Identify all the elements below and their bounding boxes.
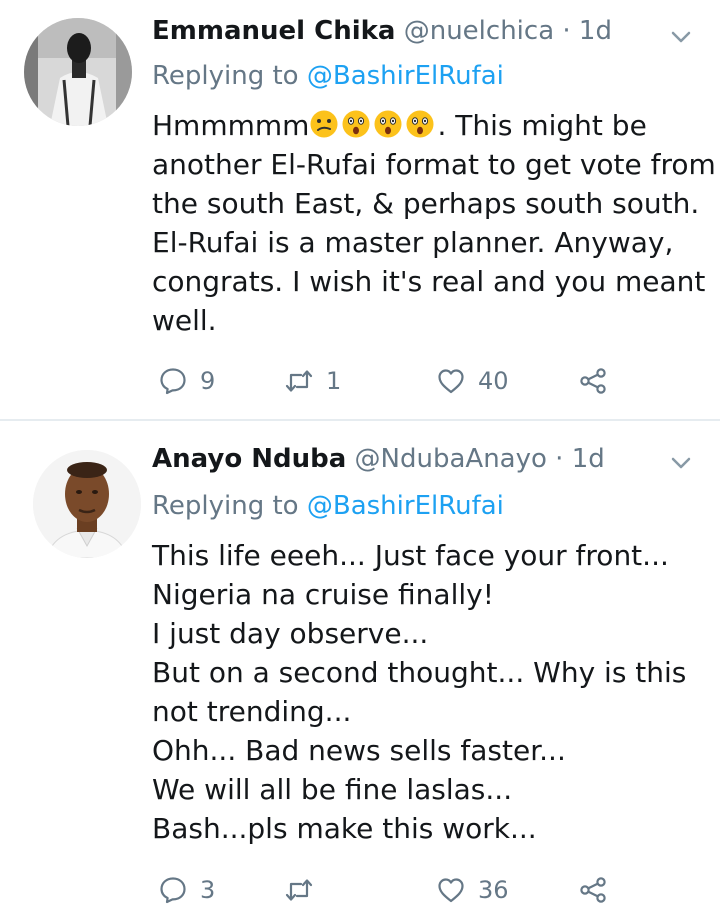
avatar-image (24, 18, 132, 126)
like-button[interactable]: 40 (436, 363, 509, 399)
astonished-face-icon (374, 110, 402, 138)
user-handle[interactable]: @NdubaAnayo (355, 444, 547, 474)
avatar[interactable] (33, 450, 141, 558)
mention-link[interactable]: @BashirElRufai (307, 491, 504, 521)
reply-button[interactable]: 9 (158, 363, 215, 399)
retweet-icon (285, 879, 313, 901)
reply-icon (160, 877, 186, 904)
text-line: another El-Rufai format to get vote from (152, 148, 716, 181)
tweet-text: Hmmmmm . This might be another El-Rufai f… (152, 106, 716, 340)
share-button[interactable] (578, 363, 608, 399)
reply-count: 3 (200, 876, 216, 904)
tweet[interactable]: Emmanuel Chika @nuelchica · 1d Replying … (0, 0, 720, 421)
like-count: 36 (478, 876, 509, 904)
retweet-button[interactable] (284, 872, 326, 908)
tweet-actions: 3 36 (158, 872, 618, 908)
chevron-down-icon[interactable] (668, 24, 694, 50)
text-line: We will all be fine laslas... (152, 773, 513, 806)
reply-icon (160, 368, 186, 395)
share-button[interactable] (578, 872, 608, 908)
timestamp[interactable]: 1d (579, 16, 612, 46)
replying-prefix: Replying to (152, 61, 299, 91)
heart-icon (438, 878, 464, 903)
text-fragment: Hmmmmm (152, 109, 310, 142)
text-line: I just day observe... (152, 617, 429, 650)
text-line: Bash...pls make this work... (152, 812, 537, 845)
retweet-button[interactable]: 1 (284, 363, 341, 399)
tweet-header: Emmanuel Chika @nuelchica · 1d (152, 14, 612, 48)
text-line: But on a second thought... Why is this (152, 656, 687, 689)
replying-to: Replying to @BashirElRufai (152, 59, 504, 93)
timestamp[interactable]: 1d (572, 444, 605, 474)
text-line: Nigeria na cruise finally! (152, 578, 494, 611)
text-line: Hmmmmm . This might be (152, 106, 700, 145)
tweet-actions: 9 1 40 (158, 363, 618, 399)
avatar[interactable] (24, 18, 132, 126)
like-count: 40 (478, 367, 509, 395)
retweet-count: 1 (326, 367, 342, 395)
avatar-image (33, 450, 141, 558)
share-icon (580, 877, 606, 903)
text-line: congrats. I wish it's real and you meant (152, 265, 706, 298)
text-line: well. (152, 304, 217, 337)
replying-to: Replying to @BashirElRufai (152, 489, 504, 523)
heart-icon (438, 369, 464, 394)
astonished-face-icon (342, 110, 370, 138)
reply-count: 9 (200, 367, 216, 395)
tweet-text: This life eeeh... Just face your front..… (152, 536, 700, 848)
text-line: El-Rufai is a master planner. Anyway, (152, 226, 674, 259)
confused-face-icon (310, 110, 338, 138)
mention-link[interactable]: @BashirElRufai (307, 61, 504, 91)
retweet-icon (285, 370, 313, 392)
separator-dot: · (555, 444, 564, 474)
tweet[interactable]: Anayo Nduba @NdubaAnayo · 1d Replying to… (0, 420, 720, 922)
like-button[interactable]: 36 (436, 872, 509, 908)
separator-dot: · (562, 16, 571, 46)
text-fragment: . This might be (437, 109, 647, 142)
text-line: This life eeeh... Just face your front..… (152, 539, 669, 572)
text-line: the south East, & perhaps south south. (152, 187, 700, 220)
tweet-header: Anayo Nduba @NdubaAnayo · 1d (152, 442, 605, 476)
replying-prefix: Replying to (152, 491, 299, 521)
display-name[interactable]: Anayo Nduba (152, 444, 346, 474)
chevron-down-icon[interactable] (668, 450, 694, 476)
astonished-face-icon (406, 110, 434, 138)
text-line: not trending... (152, 695, 352, 728)
share-icon (580, 368, 606, 394)
user-handle[interactable]: @nuelchica (404, 16, 554, 46)
display-name[interactable]: Emmanuel Chika (152, 16, 395, 46)
text-line: Ohh... Bad news sells faster... (152, 734, 566, 767)
reply-button[interactable]: 3 (158, 872, 215, 908)
